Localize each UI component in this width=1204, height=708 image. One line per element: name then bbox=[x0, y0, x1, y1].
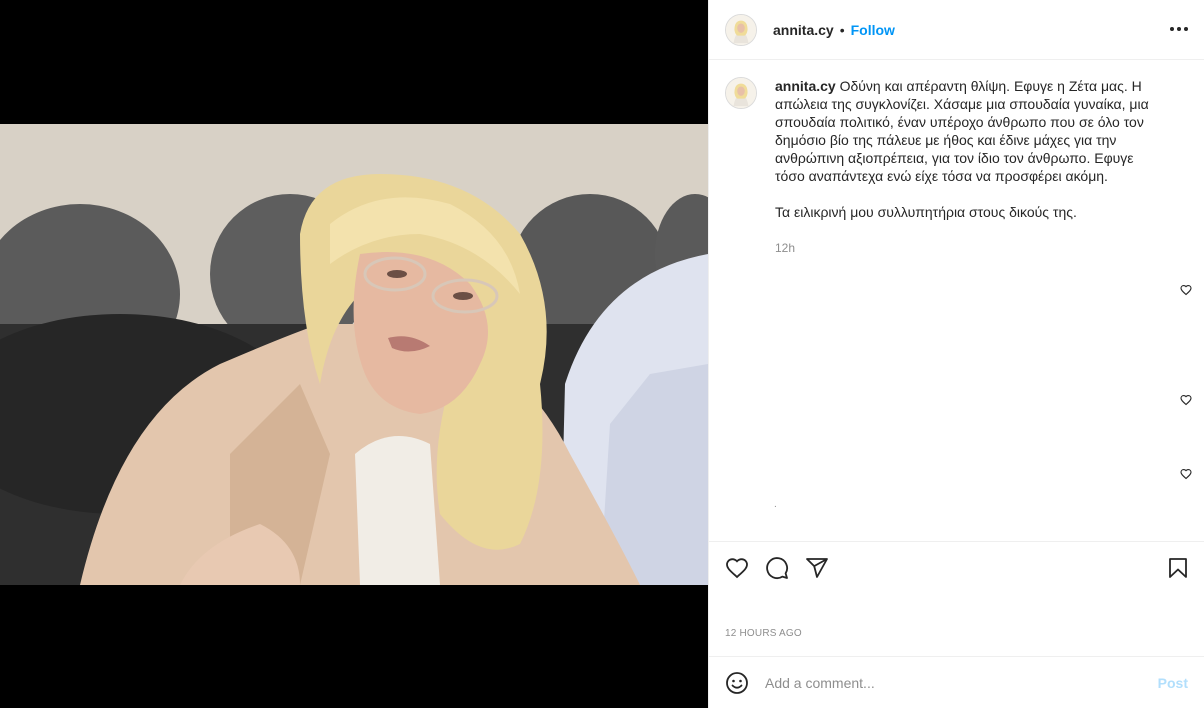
comments-section: annita.cy Οδύνη και απέραντη θλίψη. Εφυγ… bbox=[709, 61, 1204, 541]
action-bar bbox=[709, 541, 1204, 593]
caption-avatar[interactable] bbox=[725, 77, 757, 109]
bookmark-icon[interactable] bbox=[1166, 556, 1190, 580]
comment-input[interactable] bbox=[765, 674, 1155, 691]
post-time[interactable]: 12 HOURS AGO bbox=[725, 628, 802, 639]
caption-row: annita.cy Οδύνη και απέραντη θλίψη. Εφυγ… bbox=[725, 77, 1188, 257]
caption-paragraph-1: annita.cy Οδύνη και απέραντη θλίψη. Εφυγ… bbox=[775, 77, 1167, 185]
comment-icon[interactable] bbox=[765, 556, 789, 580]
heart-icon[interactable] bbox=[725, 556, 749, 580]
username-link[interactable]: annita.cy bbox=[773, 22, 834, 38]
emoji-icon[interactable] bbox=[725, 671, 749, 695]
share-icon[interactable] bbox=[805, 556, 829, 580]
caption-line-2: Τα ειλικρινή μου συλλυπητήρια στους δικο… bbox=[775, 204, 1077, 220]
post-photo bbox=[0, 124, 708, 585]
comment-like-heart-icon[interactable] bbox=[1180, 394, 1192, 406]
caption-timestamp: 12h bbox=[775, 241, 796, 255]
post-comment-button[interactable]: Post bbox=[1158, 675, 1188, 691]
caption-paragraph-2: Τα ειλικρινή μου συλλυπητήρια στους δικο… bbox=[775, 203, 1167, 221]
separator-dot: • bbox=[839, 21, 845, 38]
avatar[interactable] bbox=[725, 13, 757, 46]
profile-photo-icon bbox=[726, 78, 756, 108]
profile-photo-icon bbox=[726, 14, 756, 45]
post-media bbox=[0, 0, 708, 708]
more-options-icon[interactable] bbox=[1170, 20, 1188, 38]
post-header: annita.cy • Follow bbox=[709, 0, 1204, 60]
trailing-dot: . bbox=[774, 499, 777, 510]
comment-like-heart-icon[interactable] bbox=[1180, 468, 1192, 480]
caption-username[interactable]: annita.cy bbox=[775, 78, 836, 94]
post-detail-panel: annita.cy • Follow annita.cy Οδύνη και α… bbox=[708, 0, 1204, 708]
follow-button[interactable]: Follow bbox=[851, 22, 895, 38]
comment-like-heart-icon[interactable] bbox=[1180, 284, 1192, 296]
caption-text: annita.cy Οδύνη και απέραντη θλίψη. Εφυγ… bbox=[775, 77, 1167, 257]
portrait-illustration bbox=[0, 124, 708, 585]
add-comment-bar: Post bbox=[709, 656, 1204, 708]
